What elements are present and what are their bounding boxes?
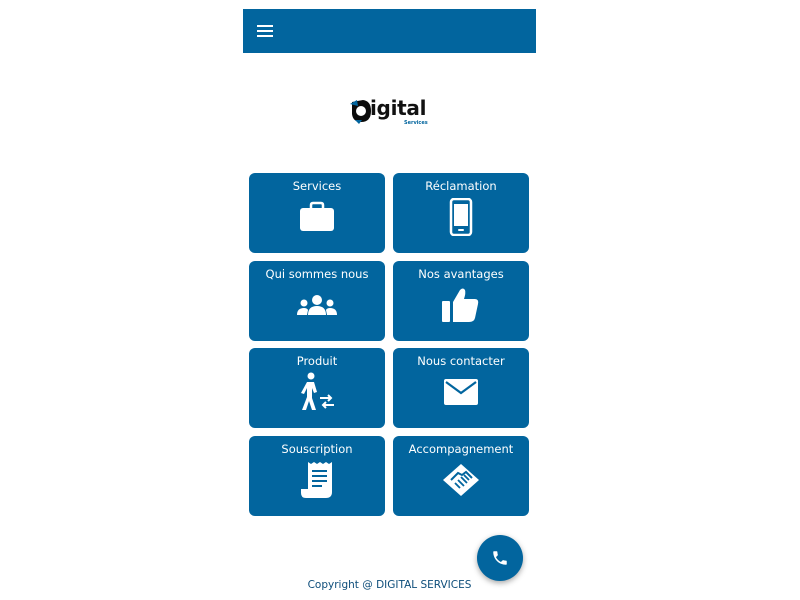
tile-reclamation[interactable]: Réclamation [393, 173, 529, 253]
mobile-app-screen: igital Services Services Réclamation Qui… [243, 9, 536, 600]
tile-qui-sommes-nous[interactable]: Qui sommes nous [249, 261, 385, 341]
viewport: igital Services Services Réclamation Qui… [0, 0, 800, 600]
tile-label: Qui sommes nous [265, 267, 369, 281]
phone-icon [493, 551, 507, 565]
menu-button[interactable] [254, 19, 278, 43]
receipt-icon [301, 462, 332, 498]
menu-icon [257, 25, 273, 37]
tile-services[interactable]: Services [249, 173, 385, 253]
thumbs-up-icon [442, 288, 479, 322]
handshake-icon [443, 464, 479, 496]
envelope-icon [444, 379, 478, 405]
tile-label: Souscription [281, 442, 353, 456]
logo-subtext: Services [404, 120, 428, 126]
smartphone-icon [449, 198, 473, 236]
tile-nos-avantages[interactable]: Nos avantages [393, 261, 529, 341]
app-bar [243, 9, 536, 53]
logo-wordmark: igital [370, 96, 427, 120]
tile-label: Nos avantages [418, 267, 504, 281]
tile-label: Services [292, 179, 342, 193]
briefcase-icon [300, 201, 334, 231]
tile-souscription[interactable]: Souscription [249, 436, 385, 516]
tile-accompagnement[interactable]: Accompagnement [393, 436, 529, 516]
tile-label: Accompagnement [408, 442, 514, 456]
users-icon [297, 295, 337, 315]
tile-produit[interactable]: Produit [249, 348, 385, 428]
person-exchange-icon [301, 372, 334, 410]
tile-nous-contacter[interactable]: Nous contacter [393, 348, 529, 428]
tile-label: Réclamation [425, 179, 497, 193]
tile-label: Nous contacter [417, 354, 505, 368]
call-button[interactable] [477, 535, 523, 581]
tile-label: Produit [296, 354, 338, 368]
brand-logo: igital Services [349, 96, 431, 130]
copyright-footer: Copyright @ DIGITAL SERVICES [307, 579, 472, 591]
